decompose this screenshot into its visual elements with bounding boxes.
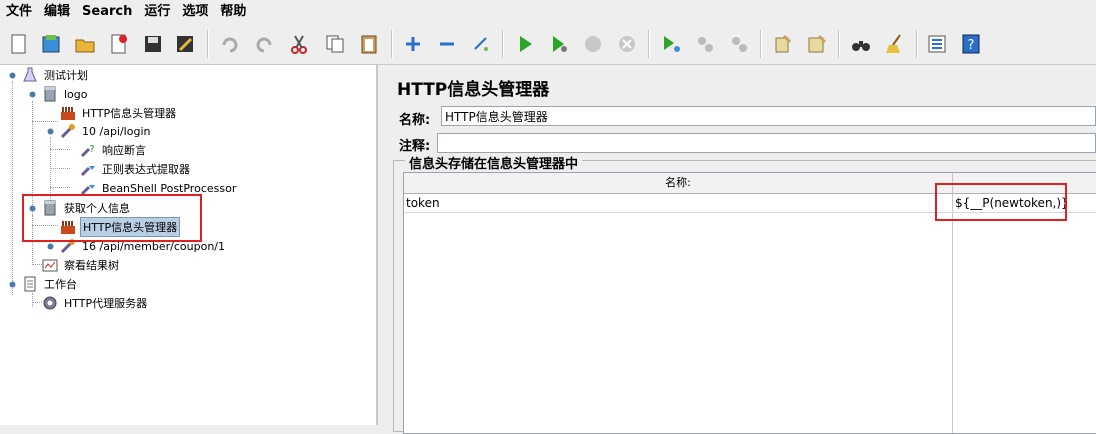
templates-icon — [42, 35, 60, 53]
tree-node-login-sampler[interactable]: 10 /api/login — [60, 122, 152, 140]
column-header-name[interactable]: 名称: — [404, 173, 952, 193]
assertion-icon: ? — [80, 142, 96, 158]
collapse-all-button[interactable] — [432, 28, 462, 60]
menu-edit[interactable]: 编辑 — [38, 0, 76, 24]
start-button[interactable] — [510, 28, 540, 60]
clear-icon — [775, 34, 792, 53]
open-button[interactable] — [70, 28, 100, 60]
save-screenshot-button[interactable] — [170, 28, 200, 60]
close-file-icon — [111, 34, 127, 54]
toggle-icon — [474, 37, 488, 51]
shutdown-icon — [619, 36, 635, 52]
edit-icon — [177, 36, 193, 52]
toolbar: ? — [0, 24, 1096, 65]
menu-run[interactable]: 运行 — [138, 0, 176, 24]
menu-search[interactable]: Search — [76, 0, 138, 24]
tree-node-regex-extractor[interactable]: 正则表达式提取器 — [80, 160, 192, 178]
undo-icon — [222, 37, 238, 53]
expand-toggle-icon[interactable] — [46, 127, 55, 136]
new-button[interactable] — [4, 28, 34, 60]
clear-all-icon — [808, 34, 827, 53]
pipette-icon — [60, 123, 76, 139]
search-button[interactable] — [846, 28, 876, 60]
highlight-box — [935, 183, 1067, 221]
expand-toggle-icon[interactable] — [46, 242, 55, 251]
listener-icon — [42, 257, 58, 273]
expand-toggle-icon[interactable] — [28, 90, 37, 99]
clear-all-button[interactable] — [802, 28, 832, 60]
broom-icon — [886, 34, 901, 53]
remote-start-icon — [664, 36, 680, 52]
menu-bar: 文件 编辑 Search 运行 选项 帮助 — [0, 0, 1096, 24]
thread-group-icon — [42, 86, 58, 102]
new-file-icon — [11, 34, 26, 54]
toggle-button[interactable] — [466, 28, 496, 60]
menu-help[interactable]: 帮助 — [214, 0, 252, 24]
page-title: HTTP信息头管理器 — [397, 80, 550, 100]
remote-stop-icon — [698, 37, 713, 52]
binoculars-icon — [852, 41, 870, 51]
expand-toggle-icon[interactable] — [8, 280, 17, 289]
open-folder-icon — [75, 39, 95, 53]
highlight-box — [22, 194, 202, 242]
help-button[interactable]: ? — [956, 28, 986, 60]
clipboard-icon — [22, 276, 38, 292]
stop-icon — [585, 36, 601, 52]
comment-label: 注释: — [399, 139, 431, 154]
cut-button[interactable] — [284, 28, 314, 60]
header-name-cell[interactable]: token — [404, 194, 951, 212]
flask-icon — [22, 67, 38, 83]
help-icon: ? — [962, 34, 980, 54]
start-no-pause-button[interactable] — [544, 28, 574, 60]
tree-node-proxy-server[interactable]: HTTP代理服务器 — [42, 294, 149, 312]
reset-search-button[interactable] — [880, 28, 910, 60]
gear-icon — [42, 295, 58, 311]
remote-stop-button[interactable] — [690, 28, 720, 60]
save-button[interactable] — [138, 28, 168, 60]
tree-node-test-plan[interactable]: 测试计划 — [22, 66, 90, 84]
function-helper-button[interactable] — [922, 28, 952, 60]
templates-button[interactable] — [36, 28, 66, 60]
copy-button[interactable] — [320, 28, 350, 60]
plus-icon — [406, 37, 420, 51]
menu-file[interactable]: 文件 — [0, 0, 38, 24]
copy-icon — [326, 35, 344, 53]
menu-options[interactable]: 选项 — [176, 0, 214, 24]
paste-icon — [361, 35, 377, 54]
redo-button[interactable] — [250, 28, 280, 60]
remote-shutdown-icon — [732, 37, 747, 52]
expand-all-button[interactable] — [398, 28, 428, 60]
tree-node-header-manager[interactable]: HTTP信息头管理器 — [60, 104, 178, 122]
shutdown-button[interactable] — [612, 28, 642, 60]
tree-node-response-assertion[interactable]: ? 响应断言 — [80, 141, 148, 159]
remote-shutdown-button[interactable] — [724, 28, 754, 60]
comment-input[interactable] — [437, 133, 1096, 153]
tree-node-logo[interactable]: logo — [42, 85, 90, 103]
undo-button[interactable] — [214, 28, 244, 60]
extractor-icon — [80, 161, 96, 177]
svg-text:?: ? — [968, 38, 975, 53]
tree-node-workbench[interactable]: 工作台 — [22, 275, 79, 293]
svg-text:?: ? — [89, 144, 94, 155]
remote-start-button[interactable] — [656, 28, 686, 60]
close-button[interactable] — [104, 28, 134, 60]
scissors-icon — [291, 35, 307, 54]
stop-button[interactable] — [578, 28, 608, 60]
header-manager-panel: HTTP信息头管理器 名称: HTTP信息头管理器 注释: 信息头存储在信息头管… — [385, 65, 1096, 434]
redo-icon — [256, 37, 272, 53]
group-title: 信息头存储在信息头管理器中 — [405, 153, 583, 172]
expand-toggle-icon[interactable] — [8, 71, 17, 80]
clear-button[interactable] — [768, 28, 798, 60]
save-icon — [145, 36, 161, 52]
tree-node-results-tree[interactable]: 察看结果树 — [42, 256, 121, 274]
name-input[interactable]: HTTP信息头管理器 — [441, 106, 1096, 126]
header-manager-icon — [60, 105, 76, 121]
play-no-pause-icon — [553, 36, 567, 52]
name-label: 名称: — [399, 113, 431, 128]
paste-button[interactable] — [354, 28, 384, 60]
list-icon — [928, 35, 946, 53]
play-icon — [520, 36, 532, 52]
minus-icon — [440, 42, 454, 46]
test-plan-tree[interactable]: 测试计划 logo HTTP信息头管理器 10 /api/login ? 响应断… — [0, 65, 377, 425]
